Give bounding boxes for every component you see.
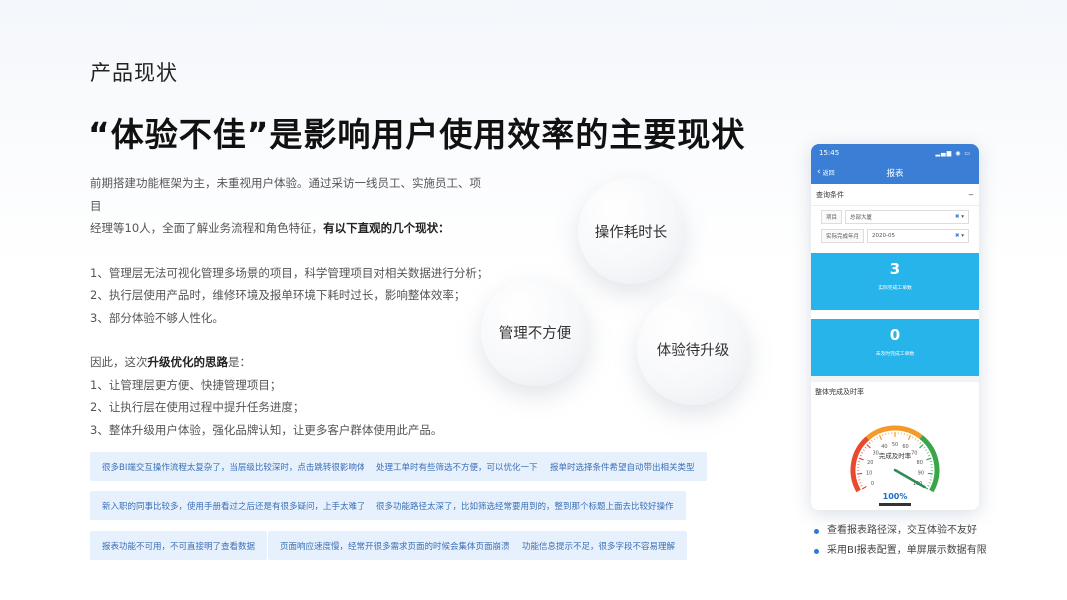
late-orders-card[interactable]: 0 未及时完成工单数	[811, 319, 979, 376]
feedback-tag: 页面响应速度慢，经常开很多需求页面的时候会集体页面崩溃	[268, 531, 522, 560]
feedback-tag: 报表功能不可用，不可直接明了查看数据	[90, 531, 268, 560]
status-bar: 15:45 ▂▄▆ ◉ ▭	[811, 144, 979, 162]
project-label: 项目	[821, 210, 843, 224]
feedback-tag: 很多BI端交互操作流程太复杂了，当层级比较深时，点击跳转很影响体验	[90, 452, 386, 481]
project-select[interactable]: 总部大厦 ✖ ▾	[845, 210, 969, 224]
summary-bullets: 查看报表路径深，交互体验不友好 采用BI报表配置，单屏展示数据有限	[814, 521, 987, 561]
issue-item: 1、管理层无法可视化管理多场景的项目，科学管理项目对相关数据进行分析；	[90, 265, 489, 280]
month-label: 实际完成年月	[821, 229, 865, 243]
bubble-experience-upgrade: 体验待升级	[637, 293, 749, 405]
phone-mockup: 15:45 ▂▄▆ ◉ ▭ ‹ 返回 报表 查询条件 − 项目 总部大厦 ✖ ▾…	[811, 144, 979, 510]
feedback-tag: 新入职的同事比较多，使用手册看过之后还是有很多疑问，上手太难了	[90, 491, 378, 520]
feedback-tag: 处理工单时有些筛选不方便，可以优化一下	[364, 452, 550, 481]
issue-item: 2、执行层使用产品时，维修环境及报单环境下耗时过长，影响整体效率；	[90, 288, 466, 302]
goal-item: 3、整体升级用户体验，强化品牌认知，让更多客户群体使用此产品。	[90, 422, 443, 437]
back-button[interactable]: ‹ 返回	[817, 167, 835, 177]
collapse-icon[interactable]: −	[968, 191, 974, 199]
intro-line-1: 前期搭建功能框架为主，未重视用户体验。通过采访一线员工、实施员工、项目	[90, 176, 481, 213]
completed-orders-count: 3	[889, 260, 901, 278]
late-orders-caption: 未及时完成工单数	[875, 352, 915, 357]
dropdown-icon[interactable]: ▾	[961, 214, 964, 220]
query-label: 查询条件	[816, 190, 844, 199]
completed-orders-caption: 实际完成工单数	[878, 286, 912, 291]
feedback-tag: 功能信息提示不足，很多字段不容易理解	[510, 531, 688, 560]
intro-line-2: 经理等10人，全面了解业务流程和角色特征，有以下直观的几个现状：	[90, 221, 450, 235]
bubble-time-consuming: 操作耗时长	[578, 178, 684, 284]
completed-orders-card[interactable]: 3 实际完成工单数	[811, 253, 979, 310]
body-text: 前期搭建功能框架为主，未重视用户体验。通过采访一线员工、实施员工、项目 经理等1…	[90, 172, 490, 441]
bullet-dot-icon	[814, 528, 819, 534]
gauge-section-title: 整体完成及时率	[815, 388, 864, 396]
issue-item: 3、部分体验不够人性化。	[90, 310, 224, 325]
month-filter: 实际完成年月 2020-05 ✖ ▾	[821, 228, 969, 244]
feedback-tag: 报单时选择条件希望自动带出相关类型	[538, 452, 707, 481]
nav-title: 报表	[886, 169, 904, 179]
clear-icon[interactable]: ✖	[955, 233, 960, 239]
nav-bar: ‹ 返回 报表	[811, 162, 979, 184]
headline: “体验不佳”是影响用户使用效率的主要现状	[88, 115, 746, 154]
signal-icon: ▂▄▆ ◉ ▭	[935, 149, 971, 157]
clear-icon[interactable]: ✖	[955, 214, 960, 220]
chevron-left-icon: ‹	[817, 167, 821, 177]
bullet-item: 查看报表路径深，交互体验不友好	[814, 521, 987, 541]
bubble-management-inconvenient: 管理不方便	[481, 278, 589, 386]
section-title: 产品现状	[90, 61, 178, 85]
query-header[interactable]: 查询条件 −	[811, 184, 979, 206]
project-filter: 项目 总部大厦 ✖ ▾	[821, 209, 969, 225]
dropdown-icon[interactable]: ▾	[961, 233, 964, 239]
upgrade-intro: 因此，这次升级优化的思路是：	[90, 355, 251, 369]
status-time: 15:45	[819, 149, 840, 157]
bullet-dot-icon	[814, 548, 819, 554]
goal-item: 1、让管理层更方便、快捷管理项目；	[90, 377, 282, 392]
feedback-tag: 很多功能路径太深了，比如筛选经常要用到的，整到那个标题上面去比较好操作	[364, 491, 686, 520]
goal-item: 2、让执行层在使用过程中提升任务进度；	[90, 400, 305, 414]
late-orders-count: 0	[889, 326, 901, 344]
month-select[interactable]: 2020-05 ✖ ▾	[867, 229, 969, 243]
bullet-item: 采用BI报表配置，单屏展示数据有限	[814, 541, 987, 561]
